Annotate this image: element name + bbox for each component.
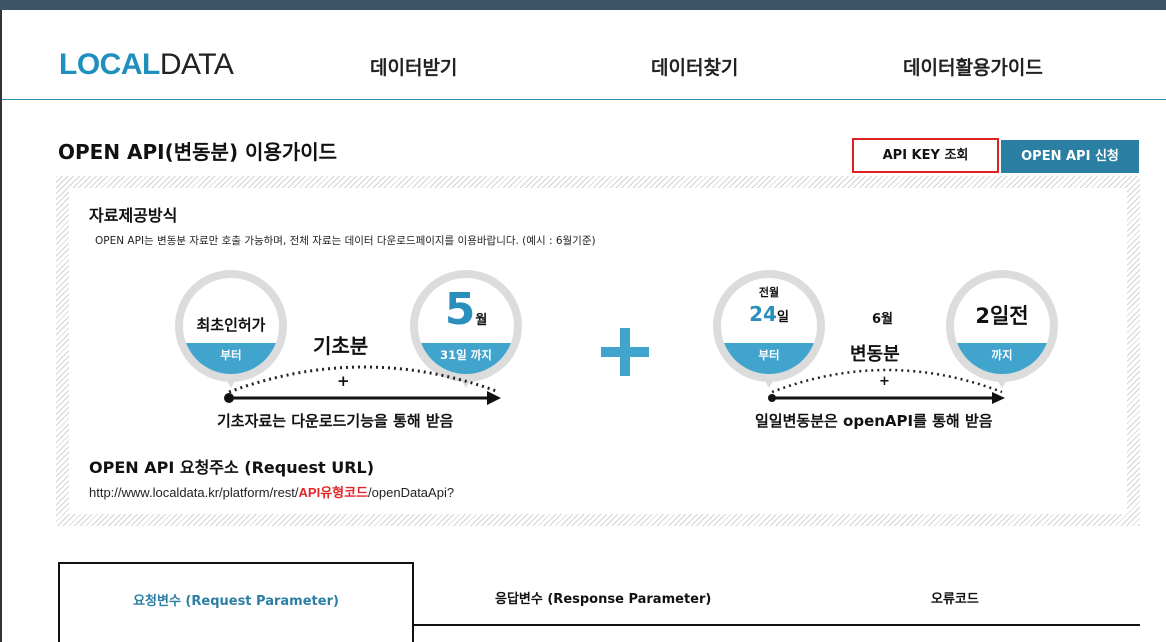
- tab-error-code[interactable]: 오류코드: [931, 588, 979, 607]
- base-portion-label: 기초분: [313, 334, 369, 358]
- badge-prev-month: 전월: [758, 286, 780, 299]
- base-plus-sign: +: [337, 372, 350, 390]
- tab-bar-line: [413, 624, 1140, 626]
- site-logo[interactable]: LOCALDATA: [59, 48, 234, 82]
- site-header: LOCALDATA 데이터받기 데이터찾기 데이터활용가이드: [2, 10, 1166, 100]
- provision-panel-inner: 자료제공방식 OPEN API는 변동분 자료만 호출 가능하며, 전체 자료는…: [69, 188, 1127, 514]
- request-url-title: OPEN API 요청주소 (Request URL): [89, 458, 375, 477]
- base-caption: 기초자료는 다운로드기능을 통해 받음: [217, 412, 454, 430]
- request-url-suffix: /openDataApi?: [368, 485, 455, 500]
- page-title: OPEN API(변동분) 이용가이드: [58, 140, 338, 164]
- top-bar: [0, 0, 1166, 10]
- request-url[interactable]: http://www.localdata.kr/platform/rest/AP…: [89, 482, 454, 501]
- provision-panel: 자료제공방식 OPEN API는 변동분 자료만 호출 가능하며, 전체 자료는…: [56, 176, 1140, 526]
- badge-prev-unit: 일: [776, 310, 789, 325]
- change-portion-label: 변동분: [850, 344, 900, 365]
- june-label: 6월: [872, 312, 894, 327]
- provision-description: OPEN API는 변동분 자료만 호출 가능하며, 전체 자료는 데이터 다운…: [95, 235, 596, 247]
- request-url-type-code: API유형코드: [298, 485, 369, 500]
- tab-response-parameter[interactable]: 응답변수 (Response Parameter): [495, 588, 711, 607]
- plus-icon: [601, 328, 649, 376]
- nav-data-search[interactable]: 데이터찾기: [651, 53, 738, 80]
- logo-local: LOCAL: [59, 48, 160, 81]
- badge-two-days-text: 2일전: [975, 304, 1029, 328]
- tab-request-parameter[interactable]: 요청변수 (Request Parameter): [58, 562, 414, 642]
- change-caption: 일일변동분은 openAPI를 통해 받음: [755, 412, 993, 430]
- nav-data-guide[interactable]: 데이터활용가이드: [903, 53, 1043, 80]
- api-key-lookup-button[interactable]: API KEY 조회: [852, 138, 999, 173]
- change-plus-sign: +: [879, 374, 890, 389]
- request-url-prefix: http://www.localdata.kr/platform/rest/: [89, 485, 299, 500]
- nav-data-download[interactable]: 데이터받기: [370, 53, 457, 80]
- logo-data: DATA: [159, 48, 234, 81]
- open-api-apply-button[interactable]: OPEN API 신청: [1001, 140, 1139, 173]
- provision-title: 자료제공방식: [89, 206, 178, 225]
- badge-prev-number: 24: [749, 302, 777, 326]
- badge-may-number: 5: [444, 284, 476, 335]
- badge-first-permit-text: 최초인허가: [196, 316, 266, 334]
- badge-may-unit: 월: [475, 313, 488, 328]
